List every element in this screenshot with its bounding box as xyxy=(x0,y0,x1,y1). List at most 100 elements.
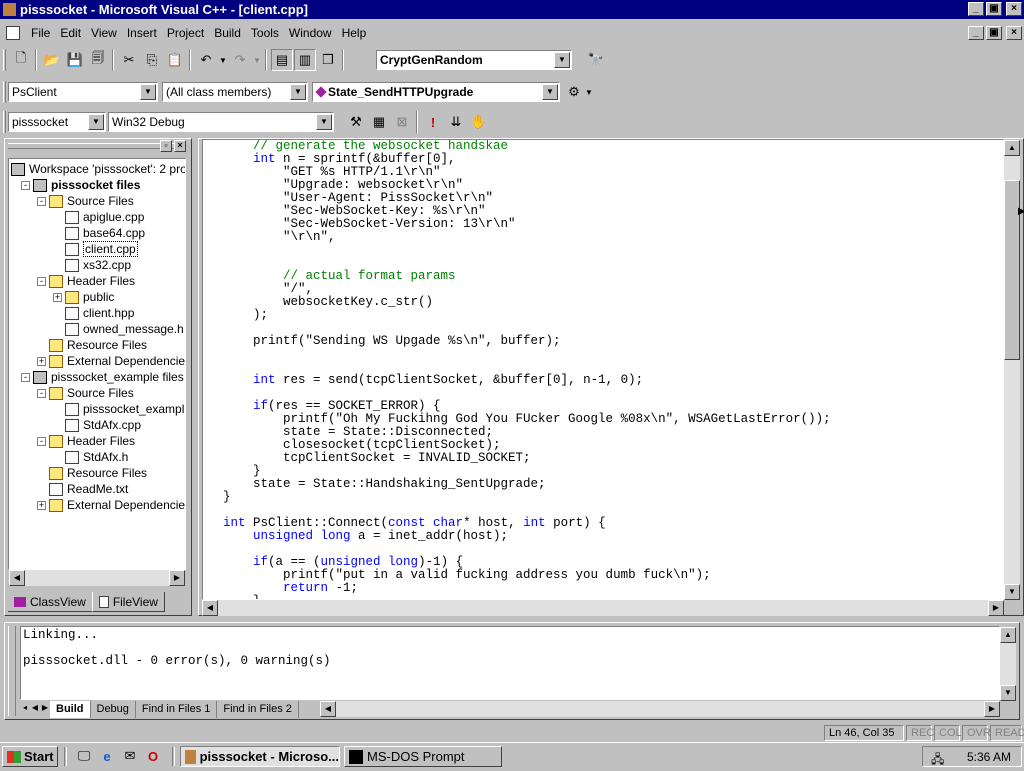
save-all-icon[interactable]: 🗐 xyxy=(87,49,109,71)
scroll-up-icon[interactable]: ▲ xyxy=(1004,140,1020,156)
menu-window[interactable]: Window xyxy=(284,26,337,40)
editor-horizontal-scrollbar[interactable]: ◀ ▶ xyxy=(202,600,1004,616)
tab-classview[interactable]: ClassView xyxy=(8,592,92,612)
chevron-down-icon[interactable]: ▼ xyxy=(542,84,558,100)
redo-dropdown-icon[interactable]: ▼ xyxy=(252,49,262,71)
tab-find-in-files-2[interactable]: Find in Files 2 xyxy=(217,700,299,718)
menu-help[interactable]: Help xyxy=(337,26,372,40)
chevron-down-icon[interactable]: ▼ xyxy=(316,114,332,130)
outlook-express-icon[interactable]: ✉ xyxy=(121,747,139,765)
chevron-down-icon[interactable]: ▼ xyxy=(88,114,104,130)
open-folder-icon[interactable]: 📂 xyxy=(41,49,63,71)
maximize-button[interactable]: ▣ xyxy=(986,2,1002,16)
project-combo[interactable]: pisssocket ▼ xyxy=(8,112,106,132)
copy-icon[interactable]: ⎘ xyxy=(141,49,163,71)
build-icon[interactable]: ▦ xyxy=(368,111,390,133)
tree-item[interactable]: base64.cpp xyxy=(53,225,145,241)
panel-close-icon[interactable]: × xyxy=(174,140,186,152)
tree-item[interactable]: Resource Files xyxy=(37,465,147,481)
tab-scroll-first-icon[interactable]: ◂ xyxy=(20,701,30,717)
menu-build[interactable]: Build xyxy=(209,26,246,40)
tab-debug[interactable]: Debug xyxy=(91,700,136,718)
output-vertical-scrollbar[interactable]: ▲ ▼ xyxy=(1000,627,1016,701)
output-toggle-icon[interactable]: ▥ xyxy=(294,49,316,71)
scroll-right-icon[interactable]: ▶ xyxy=(988,600,1004,616)
code-editor[interactable]: // generate the websocket handskae int n… xyxy=(202,139,1004,600)
window-list-icon[interactable]: ❐ xyxy=(317,49,339,71)
expand-icon[interactable]: + xyxy=(53,292,62,302)
menu-view[interactable]: View xyxy=(86,26,122,40)
scroll-right-icon[interactable]: ▶ xyxy=(169,570,185,586)
undo-dropdown-icon[interactable]: ▼ xyxy=(218,49,228,71)
wizard-action-dropdown-icon[interactable]: ▼ xyxy=(583,81,595,103)
chevron-down-icon[interactable]: ▼ xyxy=(554,52,570,68)
find-in-files-icon[interactable]: 🔭 xyxy=(585,49,607,71)
minimize-button[interactable]: _ xyxy=(968,2,984,16)
expand-icon[interactable]: + xyxy=(37,500,46,510)
tree-item[interactable]: - pisssocket_example files xyxy=(21,369,184,385)
tree-item[interactable]: ReadMe.txt xyxy=(37,481,128,497)
tree-item[interactable]: client.hpp xyxy=(53,305,134,321)
tree-item[interactable]: apiglue.cpp xyxy=(53,209,144,225)
tab-scroll-left-icon[interactable]: ◀ xyxy=(30,701,40,717)
cut-icon[interactable]: ✂ xyxy=(118,49,140,71)
doc-minimize-button[interactable]: _ xyxy=(968,26,984,40)
paste-icon[interactable]: 📋 xyxy=(164,49,186,71)
menu-project[interactable]: Project xyxy=(162,26,209,40)
workspace-toggle-icon[interactable]: ▤ xyxy=(271,49,293,71)
collapse-icon[interactable]: - xyxy=(37,436,46,446)
chevron-down-icon[interactable]: ▼ xyxy=(140,84,156,100)
collapse-icon[interactable]: - xyxy=(21,180,30,190)
scroll-down-icon[interactable]: ▼ xyxy=(1000,685,1016,701)
tree-item[interactable]: + External Dependencies xyxy=(37,497,185,513)
internet-explorer-icon[interactable]: e xyxy=(98,747,116,765)
collapse-icon[interactable]: - xyxy=(37,196,46,206)
tree-item[interactable]: - Header Files xyxy=(37,433,135,449)
collapse-icon[interactable]: - xyxy=(37,276,46,286)
tree-item[interactable]: - Source Files xyxy=(37,193,134,209)
find-combo[interactable]: CryptGenRandom ▼ xyxy=(376,50,572,70)
tree-item[interactable]: - pisssocket files xyxy=(21,177,140,193)
tab-scroll-right-icon[interactable]: ▶ xyxy=(40,701,50,717)
tree-item[interactable]: - Source Files xyxy=(37,385,134,401)
tree-item[interactable]: + public xyxy=(53,289,114,305)
tree-item[interactable]: StdAfx.h xyxy=(53,449,128,465)
tree-item[interactable]: - Header Files xyxy=(37,273,135,289)
scroll-up-icon[interactable]: ▲ xyxy=(1000,627,1016,643)
scroll-left-icon[interactable]: ◀ xyxy=(320,701,336,717)
expand-icon[interactable]: + xyxy=(37,356,46,366)
menu-tools[interactable]: Tools xyxy=(246,26,284,40)
tab-build[interactable]: Build xyxy=(50,700,91,718)
menu-edit[interactable]: Edit xyxy=(55,26,86,40)
tree-horizontal-scrollbar[interactable]: ◀ ▶ xyxy=(9,570,185,586)
clock[interactable]: 5:36 AM xyxy=(967,750,1011,764)
menu-file[interactable]: File xyxy=(26,26,55,40)
tree-item[interactable]: pisssocket_exampl xyxy=(53,401,184,417)
tree-item[interactable]: + External Dependencies xyxy=(37,353,185,369)
scroll-left-icon[interactable]: ◀ xyxy=(9,570,25,586)
task-visual-cpp[interactable]: pisssocket - Microso... xyxy=(180,746,340,767)
panel-restore-icon[interactable]: ▫ xyxy=(160,140,172,152)
start-button[interactable]: Start xyxy=(2,746,58,767)
redo-icon[interactable]: ↷ xyxy=(229,49,251,71)
output-horizontal-scrollbar[interactable]: ◀ ▶ xyxy=(320,701,1000,717)
compile-icon[interactable]: ⚒ xyxy=(345,111,367,133)
tree-item[interactable]: StdAfx.cpp xyxy=(53,417,141,433)
tree-item[interactable]: xs32.cpp xyxy=(53,257,131,273)
tree-item[interactable]: owned_message.h xyxy=(53,321,184,337)
output-text[interactable]: Linking... pisssocket.dll - 0 error(s), … xyxy=(20,626,1000,700)
show-desktop-icon[interactable]: 🖵 xyxy=(75,747,93,765)
function-combo[interactable]: State_SendHTTPUpgrade ▼ xyxy=(312,82,560,102)
new-text-file-icon[interactable]: 🗋 xyxy=(10,49,32,71)
tree-item[interactable]: client.cpp xyxy=(53,241,138,257)
undo-icon[interactable]: ↶ xyxy=(195,49,217,71)
tab-fileview[interactable]: FileView xyxy=(91,592,165,612)
doc-restore-button[interactable]: ▣ xyxy=(986,26,1002,40)
chevron-down-icon[interactable]: ▼ xyxy=(290,84,306,100)
breakpoint-hand-icon[interactable]: ✋ xyxy=(468,111,490,133)
class-combo[interactable]: PsClient ▼ xyxy=(8,82,158,102)
workspace-root[interactable]: Workspace 'pisssocket': 2 proje xyxy=(11,161,185,177)
panel-grip[interactable] xyxy=(8,143,184,149)
doc-close-button[interactable]: × xyxy=(1006,26,1022,40)
wizard-action-icon[interactable]: ⚙ xyxy=(563,81,585,103)
